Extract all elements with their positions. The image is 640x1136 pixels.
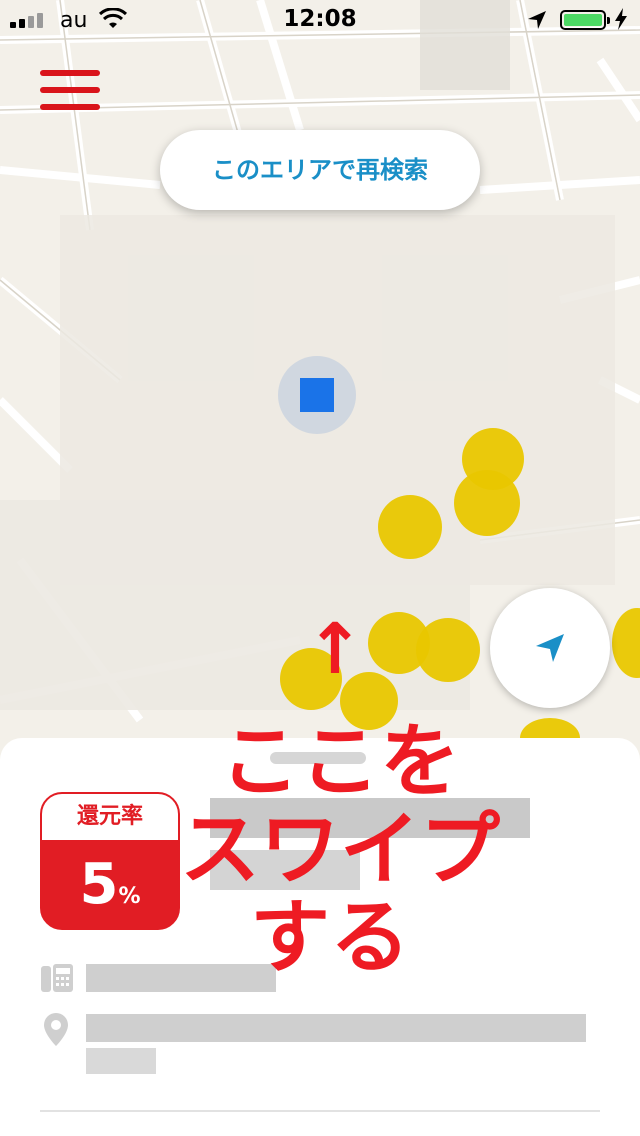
location-services-icon [528, 11, 546, 29]
navigation-arrow-icon [536, 634, 564, 662]
divider [40, 1110, 600, 1112]
charging-icon [615, 8, 627, 30]
battery-icon [560, 10, 610, 30]
rate-value: 5 [79, 852, 119, 917]
rate-unit: % [118, 884, 141, 909]
store-pin[interactable] [416, 618, 480, 682]
store-pin[interactable] [378, 495, 442, 559]
store-pin[interactable] [454, 470, 520, 536]
phone-icon [41, 964, 73, 992]
location-pin-icon [44, 1013, 68, 1046]
swipe-instruction-line1: ここを [220, 715, 460, 808]
arrow-up-annotation: ↑ [305, 608, 365, 690]
current-location-marker [278, 356, 356, 434]
locate-me-button[interactable] [490, 588, 610, 708]
swipe-instruction-line3: する [250, 891, 410, 984]
research-area-button[interactable]: このエリアで再検索 [160, 130, 480, 210]
swipe-instruction-line2: スワイプ [180, 803, 500, 896]
hamburger-menu-icon[interactable] [40, 70, 100, 112]
status-bar: au 12:08 [0, 0, 640, 40]
